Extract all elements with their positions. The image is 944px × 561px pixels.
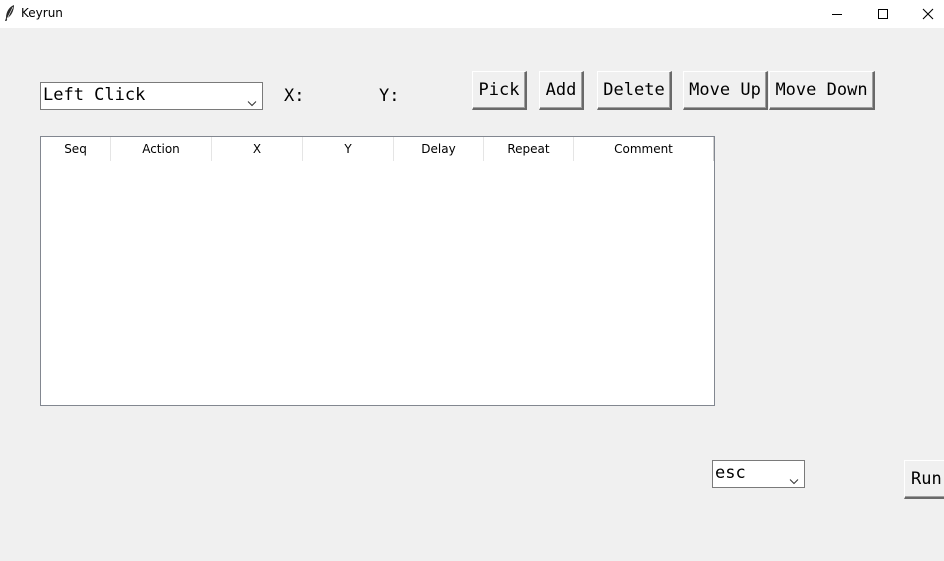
column-header-action[interactable]: Action <box>111 137 212 161</box>
maximize-icon <box>877 5 889 24</box>
hotkey-select[interactable]: esc <box>712 460 805 488</box>
close-button[interactable] <box>905 0 944 28</box>
chevron-down-icon <box>247 92 257 111</box>
delete-button[interactable]: Delete <box>597 71 672 110</box>
column-header-repeat[interactable]: Repeat <box>484 137 574 161</box>
hotkey-select-value: esc <box>715 463 746 483</box>
column-header-delay[interactable]: Delay <box>394 137 484 161</box>
close-icon <box>922 5 934 24</box>
action-select[interactable]: Left Click <box>40 82 263 110</box>
chevron-down-icon <box>789 470 799 489</box>
x-label: X: <box>284 86 305 106</box>
run-button[interactable]: Run <box>904 460 944 499</box>
add-button[interactable]: Add <box>539 71 584 110</box>
move-up-button[interactable]: Move Up <box>683 71 768 110</box>
minimize-icon <box>831 5 843 24</box>
action-select-value: Left Click <box>43 85 146 105</box>
minimize-button[interactable] <box>814 0 860 28</box>
move-down-button[interactable]: Move Down <box>769 71 875 110</box>
column-header-comment[interactable]: Comment <box>574 137 714 161</box>
table-header: Seq Action X Y Delay Repeat Comment <box>41 137 714 161</box>
column-header-y[interactable]: Y <box>303 137 394 161</box>
maximize-button[interactable] <box>860 0 906 28</box>
column-header-x[interactable]: X <box>212 137 303 161</box>
column-header-seq[interactable]: Seq <box>41 137 111 161</box>
window-title: Keyrun <box>21 6 63 20</box>
y-label: Y: <box>379 86 400 106</box>
pick-button[interactable]: Pick <box>472 71 527 110</box>
feather-icon <box>3 4 17 22</box>
actions-table[interactable]: Seq Action X Y Delay Repeat Comment <box>40 136 715 406</box>
title-bar: Keyrun <box>0 0 944 28</box>
